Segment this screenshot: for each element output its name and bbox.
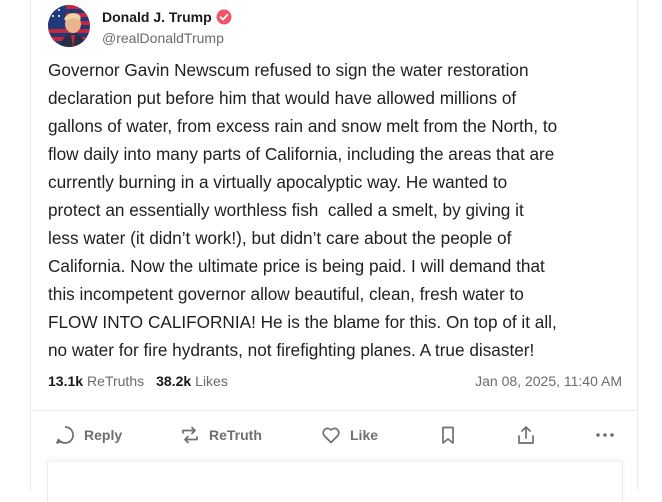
more-icon [596,433,614,437]
reply-composer-area [47,461,623,502]
like-icon [322,427,340,444]
verified-badge-icon [216,9,232,25]
retruths-label[interactable]: ReTruths [87,373,144,389]
likes-label[interactable]: Likes [195,373,228,389]
avatar[interactable] [48,5,90,47]
avatar-image [48,5,90,47]
bookmark-icon [442,426,454,444]
display-name[interactable]: Donald J. Trump [102,9,212,25]
like-label: Like [350,427,379,443]
like-button[interactable]: Like [320,424,378,446]
retruth-icon [182,426,198,444]
post-timestamp[interactable]: Jan 08, 2025, 11:40 AM [475,373,622,389]
author-names: Donald J. Trump @realDonaldTrump [102,8,232,46]
post-stats: 13.1k ReTruths 38.2k Likes Jan 08, 2025,… [48,373,622,389]
bookmark-button[interactable] [437,424,459,446]
reply-label: Reply [84,427,123,443]
retruth-button[interactable]: ReTruth [179,424,262,446]
post-card: Donald J. Trump @realDonaldTrump Governo… [30,0,638,502]
display-name-row: Donald J. Trump [102,8,232,26]
likes-count[interactable]: 38.2k [156,373,191,389]
share-button[interactable] [515,424,537,446]
more-options-button[interactable] [594,424,616,446]
action-bar: Reply ReTruth Like [31,424,637,448]
share-icon [518,426,534,444]
reply-icon [56,426,74,444]
post-body: Governor Gavin Newscum refused to sign t… [48,60,558,360]
reply-button[interactable]: Reply [54,424,122,446]
divider [31,410,637,411]
handle[interactable]: @realDonaldTrump [102,30,232,46]
post-header: Donald J. Trump @realDonaldTrump [48,5,232,47]
retruth-label: ReTruth [209,427,262,443]
retruths-count[interactable]: 13.1k [48,373,83,389]
